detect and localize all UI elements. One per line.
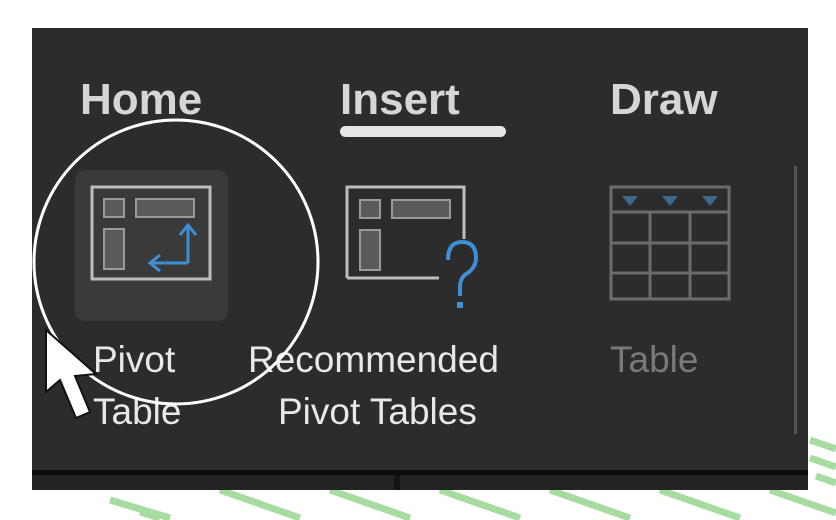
recommended-label-line1: Recommended [248,339,499,380]
pivot-table-label-line2: Table [93,391,182,432]
tab-insert[interactable]: Insert [340,78,460,122]
table-label: Table [610,339,699,380]
tab-home[interactable]: Home [80,78,202,122]
ribbon-bottom-bar [32,470,808,490]
ribbon-separator [794,166,797,434]
recommended-pivot-icon [345,185,479,308]
pivot-table-button[interactable]: Pivot Table [75,170,228,430]
active-tab-indicator [340,126,506,137]
table-icon [609,185,731,301]
pivot-table-label-line1: Pivot [93,339,176,380]
tab-draw[interactable]: Draw [610,78,718,122]
recommended-label-line2: Pivot Tables [278,391,477,432]
ribbon-panel: Home Insert Draw Pivot Table Recommended… [32,28,808,490]
pivot-table-icon [90,185,212,281]
